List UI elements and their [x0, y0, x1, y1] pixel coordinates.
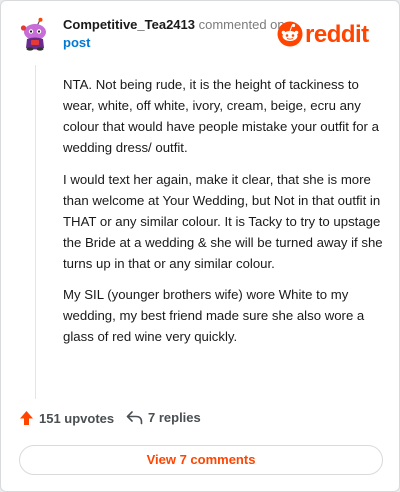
post-link[interactable]: post	[63, 34, 285, 52]
comment-body: NTA. Not being rude, it is the height of…	[63, 74, 383, 358]
reddit-logo[interactable]: reddit	[277, 19, 383, 49]
reply-arrow-icon	[126, 411, 143, 425]
comment-meta: Competitive_Tea2413 commented on post	[63, 16, 285, 52]
upvote-arrow-icon	[20, 411, 33, 425]
commented-on-label: commented on	[198, 17, 285, 32]
reddit-snoo-icon: reddit	[277, 21, 370, 48]
author-username[interactable]: Competitive_Tea2413	[63, 17, 195, 32]
replies-button[interactable]: 7 replies	[126, 410, 201, 425]
comment-header: Competitive_Tea2413 commented on post re…	[19, 15, 385, 55]
comment-paragraph-1: NTA. Not being rude, it is the height of…	[63, 77, 379, 155]
thread-line[interactable]	[35, 65, 36, 399]
avatar[interactable]	[19, 17, 53, 51]
upvote-button[interactable]: 151 upvotes	[19, 410, 114, 426]
comment-paragraph-3: My SIL (younger brothers wife) wore Whit…	[63, 287, 365, 344]
reply-count: 7 replies	[148, 410, 201, 425]
view-comments-button[interactable]: View 7 comments	[19, 445, 383, 475]
upvote-count: 151 upvotes	[39, 410, 115, 426]
snoo-avatar-icon	[20, 17, 46, 51]
comment-paragraph-2: I would text her again, make it clear, t…	[63, 171, 383, 271]
reddit-wordmark: reddit	[305, 21, 369, 48]
comment-card: Competitive_Tea2413 commented on post re…	[0, 0, 400, 492]
